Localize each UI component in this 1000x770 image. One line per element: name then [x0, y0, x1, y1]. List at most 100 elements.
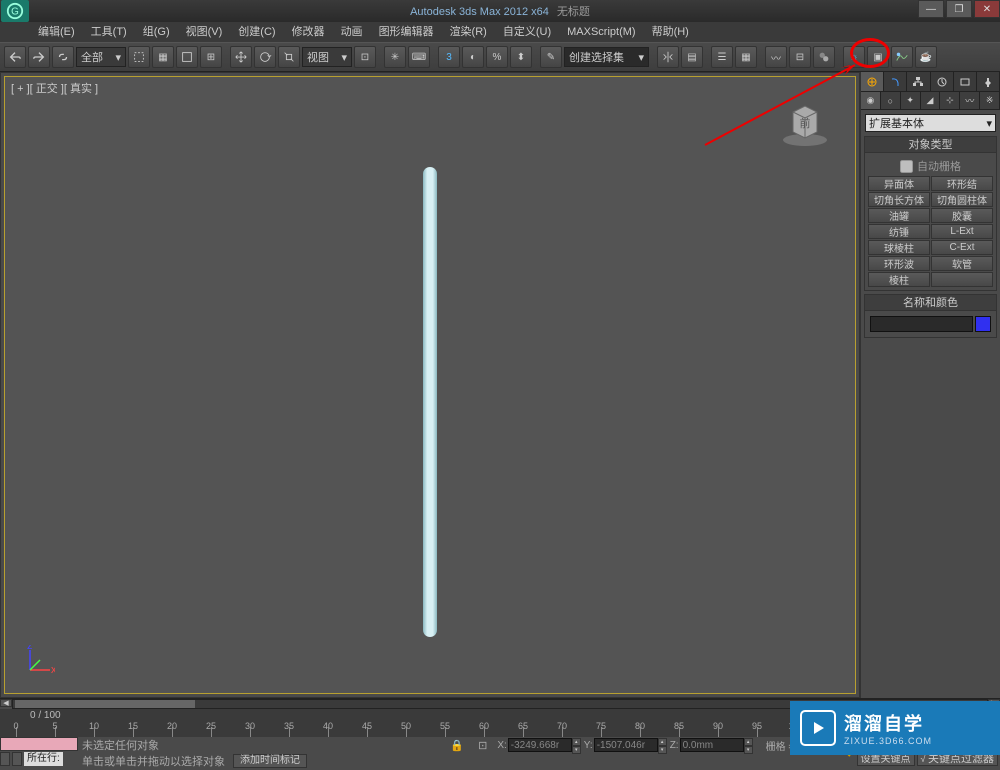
menu-graph-editors[interactable]: 图形编辑器: [371, 22, 442, 42]
object-name-input[interactable]: [870, 316, 973, 332]
lights-subtab[interactable]: ✦: [901, 92, 921, 109]
app-icon[interactable]: G: [1, 0, 29, 22]
chamfercyl-button[interactable]: 切角圆柱体: [931, 192, 993, 207]
close-button[interactable]: ✕: [974, 0, 1000, 18]
ringwave-button[interactable]: 环形波: [868, 256, 930, 271]
create-tab[interactable]: [861, 72, 884, 91]
mirror-button[interactable]: [657, 46, 679, 68]
window-crossing-button[interactable]: ⊞: [200, 46, 222, 68]
modify-tab[interactable]: [884, 72, 907, 91]
menu-customize[interactable]: 自定义(U): [495, 22, 559, 42]
named-selection-dropdown[interactable]: 创建选择集▾: [564, 47, 649, 67]
cameras-subtab[interactable]: ◢: [921, 92, 941, 109]
render-setup-button[interactable]: ☼: [843, 46, 865, 68]
reference-coord-dropdown[interactable]: 视图▾: [302, 47, 352, 67]
menu-animation[interactable]: 动画: [333, 22, 371, 42]
gengon-button[interactable]: 球棱柱: [868, 240, 930, 255]
time-scroll-left[interactable]: ◀: [0, 699, 12, 707]
viewport-label[interactable]: [ + ][ 正交 ][ 真实 ]: [11, 80, 98, 96]
keyboard-shortcut-button[interactable]: ⌨: [408, 46, 430, 68]
material-editor-button[interactable]: [813, 46, 835, 68]
systems-subtab[interactable]: ※: [980, 92, 1000, 109]
menu-rendering[interactable]: 渲染(R): [442, 22, 495, 42]
object-type-header[interactable]: 对象类型: [865, 137, 996, 153]
geometry-subtab[interactable]: ◉: [861, 92, 881, 109]
schematic-button[interactable]: ⊟: [789, 46, 811, 68]
add-time-tag-button[interactable]: 添加时间标记: [233, 754, 307, 768]
torus-knot-button[interactable]: 环形结: [931, 176, 993, 191]
track-bar[interactable]: [0, 737, 78, 751]
render-frame-button[interactable]: ▣: [867, 46, 889, 68]
angle-snap-button[interactable]: ◐: [462, 46, 484, 68]
prism-button[interactable]: 棱柱: [868, 272, 930, 287]
render-button[interactable]: [891, 46, 913, 68]
shapes-subtab[interactable]: ○: [881, 92, 901, 109]
y-coord-input[interactable]: [594, 738, 658, 752]
svg-text:z: z: [27, 645, 33, 652]
percent-snap-button[interactable]: %: [486, 46, 508, 68]
hedra-button[interactable]: 异面体: [868, 176, 930, 191]
curve-editor-button[interactable]: 〰: [765, 46, 787, 68]
viewport[interactable]: [ + ][ 正交 ][ 真实 ] 前 z x: [4, 76, 856, 694]
capsule-button[interactable]: 胶囊: [931, 208, 993, 223]
window-title: Autodesk 3ds Max 2012 x64无标题: [410, 3, 590, 19]
now-prev-button[interactable]: [0, 752, 10, 766]
minimize-button[interactable]: —: [918, 0, 944, 18]
chamferbox-button[interactable]: 切角长方体: [868, 192, 930, 207]
time-range-label: 0 / 100: [30, 710, 61, 721]
hierarchy-tab[interactable]: [907, 72, 930, 91]
time-scroll-thumb[interactable]: [15, 700, 195, 708]
lock-icon[interactable]: 🔒: [450, 739, 464, 752]
oiltank-button[interactable]: 油罐: [868, 208, 930, 223]
c-ext-button[interactable]: C-Ext: [931, 240, 993, 255]
move-button[interactable]: [230, 46, 252, 68]
select-object-button[interactable]: [128, 46, 150, 68]
align-button[interactable]: ▤: [681, 46, 703, 68]
hose-button[interactable]: 软管: [931, 256, 993, 271]
motion-tab[interactable]: [931, 72, 954, 91]
snap-toggle-button[interactable]: 3: [438, 46, 460, 68]
select-rect-button[interactable]: [176, 46, 198, 68]
autogrid-checkbox[interactable]: 自动栅格: [868, 156, 993, 176]
spacewarps-subtab[interactable]: 〰: [960, 92, 980, 109]
z-coord-input[interactable]: [680, 738, 744, 752]
graphite-button[interactable]: ▦: [735, 46, 757, 68]
x-coord-input[interactable]: [508, 738, 572, 752]
display-tab[interactable]: [954, 72, 977, 91]
redo-button[interactable]: [28, 46, 50, 68]
object-color-swatch[interactable]: [975, 316, 991, 332]
spindle-button[interactable]: 纺锤: [868, 224, 930, 239]
viewcube[interactable]: 前: [775, 92, 835, 152]
l-ext-button[interactable]: L-Ext: [931, 224, 993, 239]
select-name-button[interactable]: ▦: [152, 46, 174, 68]
manipulate-button[interactable]: ✳: [384, 46, 406, 68]
link-button[interactable]: [52, 46, 74, 68]
rotate-button[interactable]: [254, 46, 276, 68]
isolate-icon[interactable]: ⊡: [478, 739, 487, 752]
object-type-buttons: 异面体 环形结 切角长方体 切角圆柱体 油罐 胶囊 纺锤 L-Ext 球棱柱 C…: [868, 176, 993, 287]
utilities-tab[interactable]: [977, 72, 1000, 91]
command-panel-tabs: [861, 72, 1000, 92]
menu-edit[interactable]: 编辑(E): [30, 22, 83, 42]
category-dropdown[interactable]: 扩展基本体▾: [865, 114, 996, 132]
helpers-subtab[interactable]: ⊹: [940, 92, 960, 109]
menu-group[interactable]: 组(G): [135, 22, 178, 42]
menu-modifiers[interactable]: 修改器: [284, 22, 333, 42]
menu-create[interactable]: 创建(C): [230, 22, 283, 42]
edit-selection-set-button[interactable]: ✎: [540, 46, 562, 68]
now-next-button[interactable]: [12, 752, 22, 766]
teapot-button[interactable]: ☕: [915, 46, 937, 68]
layer-manager-button[interactable]: ☰: [711, 46, 733, 68]
spinner-snap-button[interactable]: ⬍: [510, 46, 532, 68]
pivot-button[interactable]: ⊡: [354, 46, 376, 68]
menu-views[interactable]: 视图(V): [178, 22, 231, 42]
undo-button[interactable]: [4, 46, 26, 68]
menu-tools[interactable]: 工具(T): [83, 22, 135, 42]
scale-button[interactable]: [278, 46, 300, 68]
menu-maxscript[interactable]: MAXScript(M): [559, 22, 643, 42]
maximize-button[interactable]: ❐: [946, 0, 972, 18]
selection-filter-dropdown[interactable]: 全部▾: [76, 47, 126, 67]
cylinder-object[interactable]: [423, 167, 437, 637]
menu-help[interactable]: 帮助(H): [644, 22, 697, 42]
name-color-header[interactable]: 名称和颜色: [865, 295, 996, 311]
